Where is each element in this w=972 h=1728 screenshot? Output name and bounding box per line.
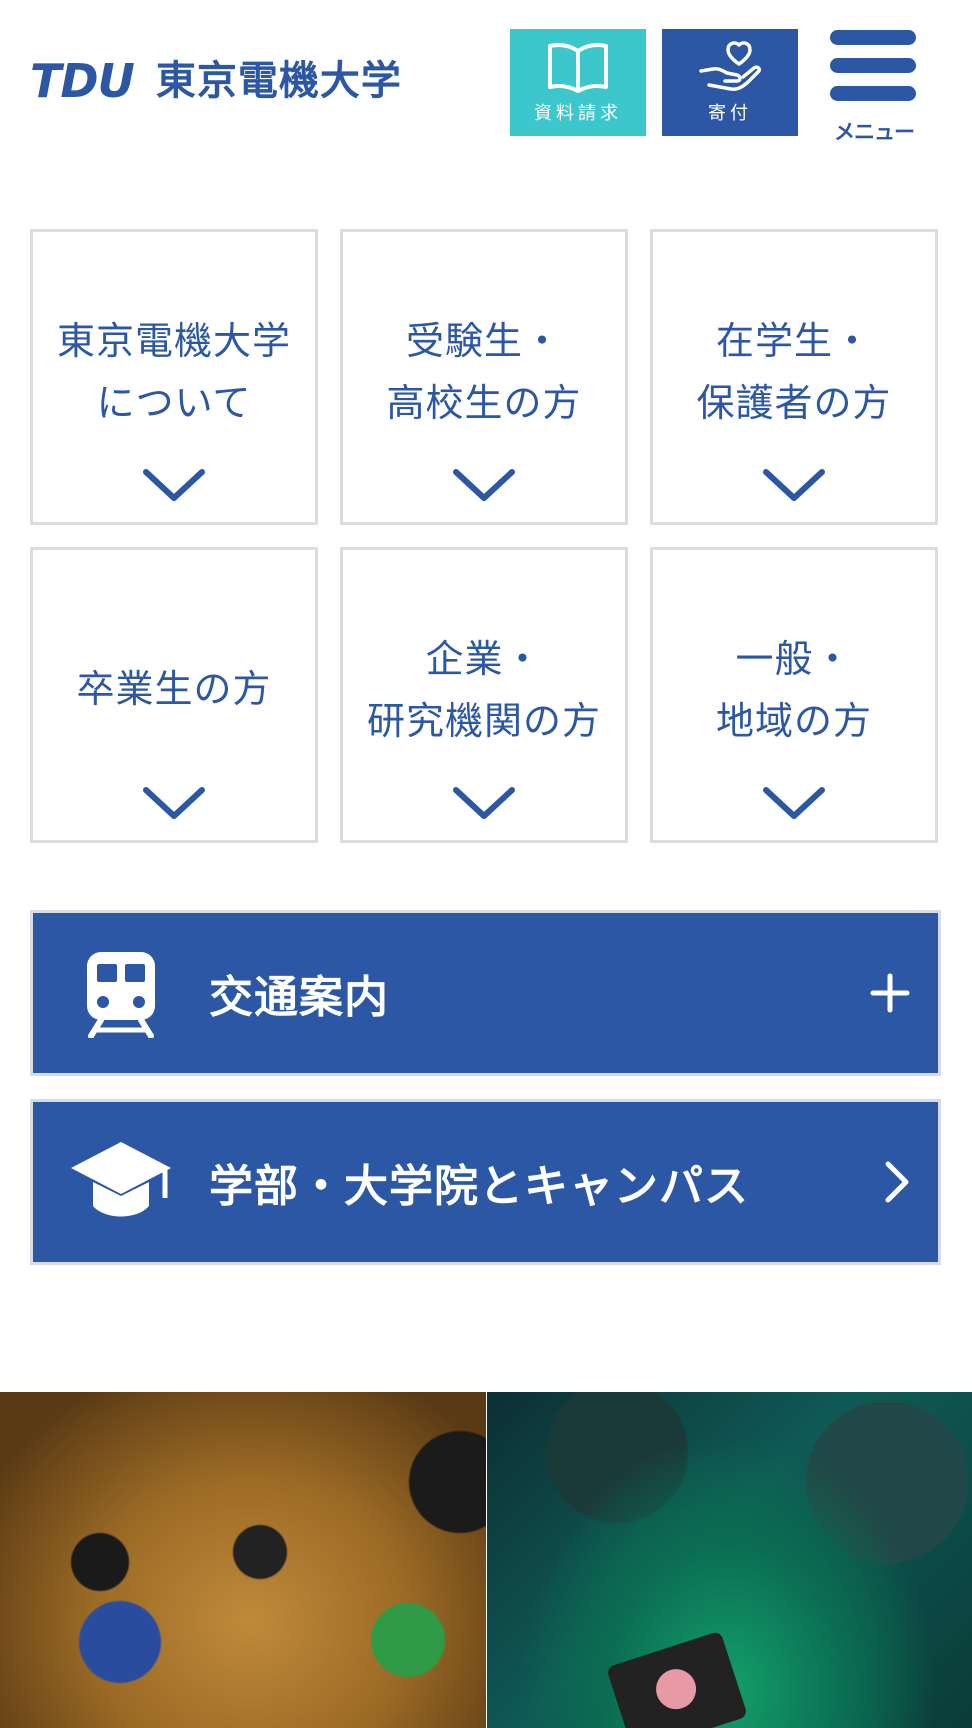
menu-label: メニュー xyxy=(834,120,915,144)
nav-card-line1: 東京電機大学 xyxy=(56,319,291,363)
donation-button[interactable]: 寄付 xyxy=(662,29,798,136)
hamburger-icon-bar xyxy=(830,86,916,101)
nav-card-line1: 一般・ xyxy=(735,637,853,681)
nav-card-applicants[interactable]: 受験生・ 高校生の方 xyxy=(340,229,628,525)
nav-card-line2: 研究機関の方 xyxy=(366,699,601,743)
chevron-down-icon xyxy=(143,787,205,819)
plus-icon xyxy=(870,973,910,1013)
hamburger-icon-bar xyxy=(830,30,916,45)
chevron-down-icon xyxy=(143,469,205,501)
menu-button[interactable]: メニュー xyxy=(828,28,920,144)
nav-card-line2: について xyxy=(96,381,252,425)
nav-card-alumni[interactable]: 卒業生の方 xyxy=(30,547,318,843)
faculties-campus-label: 学部・大学院とキャンパス xyxy=(209,1161,749,1212)
nav-card-about[interactable]: 東京電機大学 について xyxy=(30,229,318,525)
nav-card-line1: 在学生・ xyxy=(715,319,872,363)
faculties-campus-link[interactable]: 学部・大学院とキャンパス xyxy=(30,1099,941,1265)
document-request-label: 資料請求 xyxy=(534,103,622,124)
nav-card-line1: 受験生・ xyxy=(405,319,562,363)
chevron-down-icon xyxy=(453,469,515,501)
logo-university-name: 東京電機大学 xyxy=(155,58,402,104)
site-logo[interactable]: TDU 東京電機大学 xyxy=(30,58,402,104)
nav-card-line1: 企業・ xyxy=(425,637,543,681)
nav-card-companies[interactable]: 企業・ 研究機関の方 xyxy=(340,547,628,843)
chevron-down-icon xyxy=(453,787,515,819)
document-request-button[interactable]: 資料請求 xyxy=(510,29,646,136)
chevron-down-icon xyxy=(763,787,825,819)
access-accordion-button[interactable]: 交通案内 xyxy=(30,910,941,1076)
heart-hand-icon xyxy=(699,41,761,91)
nav-card-line1: 卒業生の方 xyxy=(76,667,272,711)
electronics-chip-photo xyxy=(487,1392,972,1728)
hamburger-icon-bar xyxy=(830,58,916,73)
nav-card-students[interactable]: 在学生・ 保護者の方 xyxy=(650,229,938,525)
donation-label: 寄付 xyxy=(708,103,752,124)
chip-shape xyxy=(606,1630,748,1728)
book-icon xyxy=(548,43,608,93)
chevron-right-icon xyxy=(885,1161,909,1203)
train-icon xyxy=(87,952,155,1038)
circuit-board-photo xyxy=(0,1392,486,1728)
graduation-cap-icon xyxy=(71,1142,171,1217)
nav-card-public[interactable]: 一般・ 地域の方 xyxy=(650,547,938,843)
access-label: 交通案内 xyxy=(209,972,389,1023)
nav-card-line2: 高校生の方 xyxy=(386,381,582,425)
logo-tdu: TDU xyxy=(30,54,135,108)
nav-card-line2: 地域の方 xyxy=(715,699,872,743)
chevron-down-icon xyxy=(763,469,825,501)
nav-card-line2: 保護者の方 xyxy=(696,381,892,425)
